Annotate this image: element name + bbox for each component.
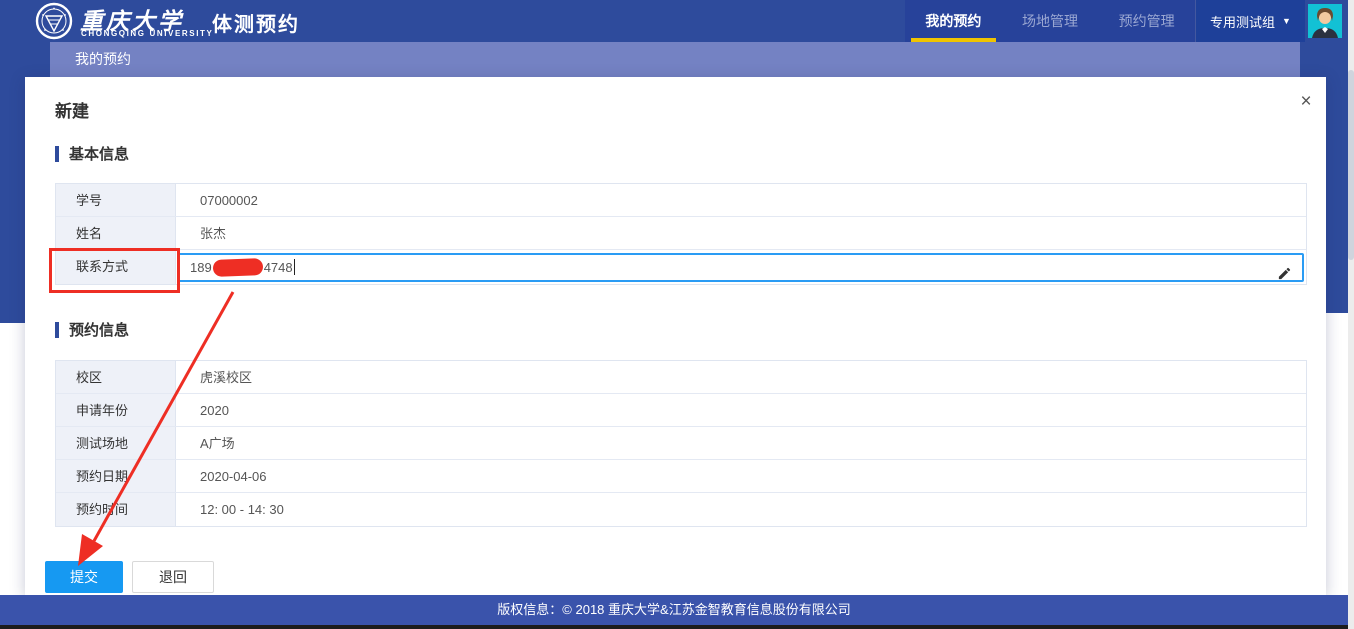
booking-info-table: 校区 虎溪校区 申请年份 2020 测试场地 A广场 预约日期 2020-04-… [55,360,1307,527]
edit-pencil-icon[interactable] [1277,260,1292,275]
back-button[interactable]: 退回 [132,561,214,593]
phone-suffix: 4748 [264,251,293,284]
row-value-contact: 189 4748 [176,250,1306,284]
copyright-text: 版权信息：© 2018 重庆大学&江苏金智教育信息股份有限公司 [497,602,850,617]
user-group-label: 专用测试组 [1210,12,1275,31]
section-title: 预约信息 [69,319,129,340]
row-label: 预约日期 [56,460,176,492]
row-value: 07000002 [176,184,1306,216]
row-label: 联系方式 [56,250,176,284]
nav-tab-my-appointments[interactable]: 我的预约 [905,0,1002,42]
table-row-booking-time: 预约时间 12: 00 - 14: 30 [56,493,1306,526]
table-row-apply-year: 申请年份 2020 [56,394,1306,427]
breadcrumb-item[interactable]: 我的预约 [75,51,131,67]
window-bottom-edge [0,625,1354,629]
contact-phone-input[interactable]: 189 4748 [178,253,1304,282]
breadcrumb-row: 我的预约 [0,42,1348,77]
user-avatar[interactable] [1308,4,1342,38]
row-label: 申请年份 [56,394,176,426]
row-value: 2020-04-06 [176,460,1306,492]
table-row-student-id: 学号 07000002 [56,184,1306,217]
redaction-scribble [212,258,263,277]
row-label: 校区 [56,361,176,393]
phone-prefix: 189 [190,251,212,284]
table-row-contact: 联系方式 189 4748 [56,250,1306,284]
scrollbar-thumb[interactable] [1348,70,1354,260]
row-value: A广场 [176,427,1306,459]
user-group-dropdown[interactable]: 专用测试组 ▼ [1195,0,1305,42]
nav-tab-appointment-management[interactable]: 预约管理 [1098,0,1195,42]
section-marker [55,146,59,162]
nav-tab-label: 场地管理 [1022,13,1078,29]
section-booking-info: 预约信息 [55,319,129,340]
app-title: 体测预约 [212,8,300,37]
page-background-left [0,77,25,323]
row-value: 张杰 [176,217,1306,249]
dialog-title: 新建 [55,97,89,122]
new-appointment-dialog: 新建 × 基本信息 学号 07000002 姓名 张杰 联系方式 189 474… [25,77,1326,595]
top-navbar: 重庆大学 CHONGQING UNIVERSITY 体测预约 我的预约 场地管理… [0,0,1348,42]
section-title: 基本信息 [69,143,129,164]
row-value: 12: 00 - 14: 30 [176,493,1306,526]
row-value: 2020 [176,394,1306,426]
section-marker [55,322,59,338]
basic-info-table: 学号 07000002 姓名 张杰 联系方式 189 4748 [55,183,1307,285]
row-label: 学号 [56,184,176,216]
row-label: 测试场地 [56,427,176,459]
row-value: 虎溪校区 [176,361,1306,393]
submit-button[interactable]: 提交 [45,561,123,593]
row-label: 预约时间 [56,493,176,526]
row-label: 姓名 [56,217,176,249]
chevron-down-icon: ▼ [1282,16,1291,26]
page-background-right [1326,77,1348,313]
university-logo-icon [35,2,73,40]
university-name-en: CHONGQING UNIVERSITY [81,29,213,38]
nav-tab-label: 我的预约 [925,13,981,29]
table-row-name: 姓名 张杰 [56,217,1306,250]
table-row-booking-date: 预约日期 2020-04-06 [56,460,1306,493]
nav-menu: 我的预约 场地管理 预约管理 [905,0,1195,42]
table-row-test-venue: 测试场地 A广场 [56,427,1306,460]
nav-tab-label: 预约管理 [1119,13,1175,29]
vertical-scrollbar[interactable] [1348,0,1354,629]
table-row-campus: 校区 虎溪校区 [56,361,1306,394]
close-icon[interactable]: × [1293,89,1319,115]
dialog-buttons: 提交 退回 [45,561,214,593]
avatar-person-icon [1308,4,1342,38]
page-footer: 版权信息：© 2018 重庆大学&江苏金智教育信息股份有限公司 [0,595,1348,625]
section-basic-info: 基本信息 [55,143,129,164]
text-cursor [294,259,295,275]
nav-tab-venue-management[interactable]: 场地管理 [1002,0,1099,42]
breadcrumb: 我的预约 [50,42,1300,77]
